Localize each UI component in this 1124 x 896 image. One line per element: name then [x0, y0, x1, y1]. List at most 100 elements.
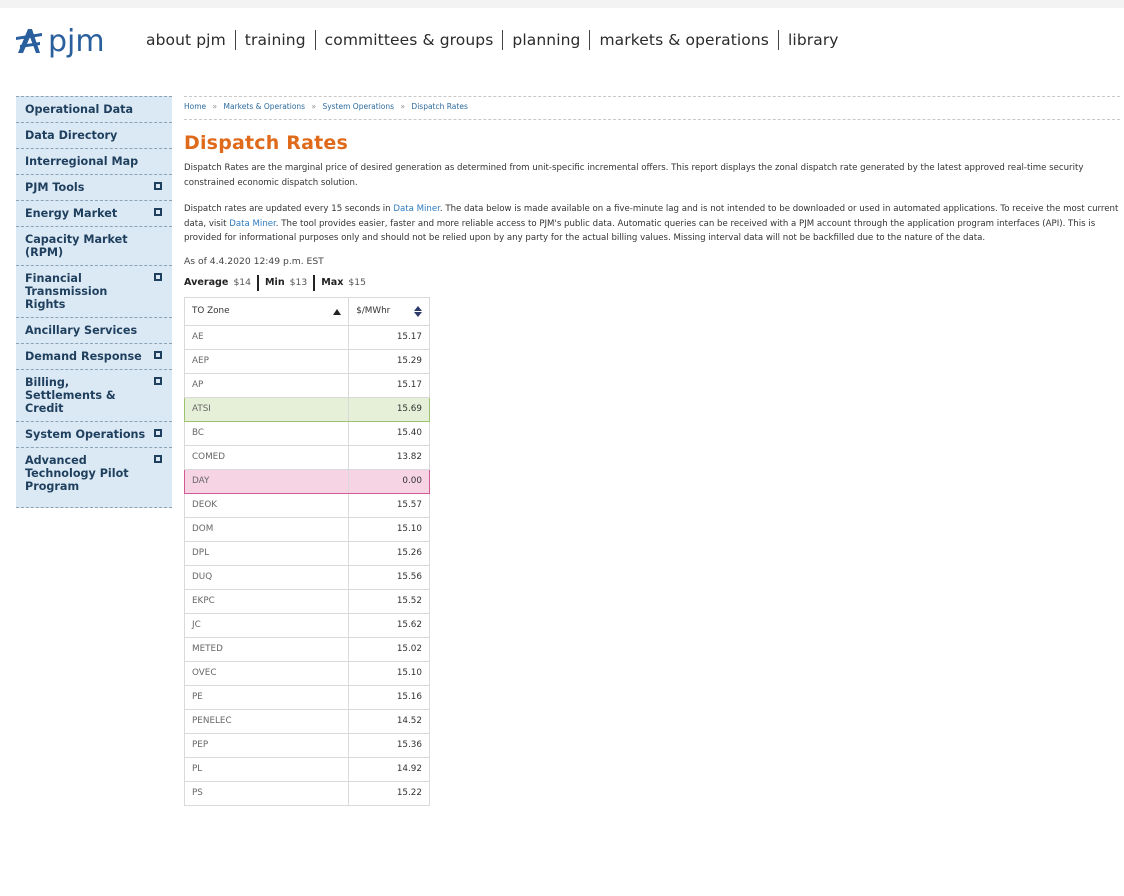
zone-cell: DAY: [183, 468, 350, 494]
sidebar-item-demand-response[interactable]: Demand Response: [16, 344, 172, 370]
zone-cell: PENELEC: [183, 708, 350, 734]
expand-icon[interactable]: [154, 377, 162, 385]
rate-cell: 0.00: [348, 468, 430, 494]
zone-cell: EKPC: [183, 588, 350, 614]
max-label: Max: [321, 277, 344, 288]
expand-icon[interactable]: [154, 182, 162, 190]
sidebar-item-operational-data[interactable]: Operational Data: [16, 97, 172, 123]
expand-icon[interactable]: [154, 429, 162, 437]
zone-cell: ATSI: [183, 396, 350, 422]
sidebar-item-label: System Operations: [25, 428, 146, 441]
stat-divider: [313, 274, 316, 291]
max-value: $15: [348, 277, 366, 288]
expand-icon[interactable]: [154, 208, 162, 216]
breadcrumb-home[interactable]: Home: [184, 102, 206, 111]
expand-icon[interactable]: [154, 351, 162, 359]
rate-cell: 15.56: [348, 564, 430, 590]
rate-cell: 14.52: [348, 708, 430, 734]
sidebar-item-label: Data Directory: [25, 129, 118, 142]
rate-cell: 15.02: [348, 636, 430, 662]
details-text: . The tool provides easier, faster and m…: [184, 218, 1096, 244]
nav-markets-operations[interactable]: markets & operations: [589, 30, 778, 50]
sidebar-item-advanced-technology[interactable]: Advanced Technology Pilot Program: [16, 448, 172, 508]
breadcrumb-system-operations[interactable]: System Operations: [322, 102, 394, 111]
rate-cell: 15.57: [348, 492, 430, 518]
intro-paragraph: Dispatch Rates are the marginal price of…: [184, 163, 1084, 188]
table-row: AEP 15.29: [183, 348, 430, 374]
breadcrumb: Home » Markets & Operations » System Ope…: [184, 96, 1120, 120]
nav-about-pjm[interactable]: about pjm: [146, 30, 235, 50]
zone-cell: OVEC: [183, 660, 350, 686]
main-content: Home » Markets & Operations » System Ope…: [183, 96, 1120, 806]
zone-cell: JC: [183, 612, 350, 638]
sidebar-item-pjm-tools[interactable]: PJM Tools: [16, 175, 172, 201]
table-row: PS 15.22: [183, 780, 430, 806]
data-miner-link[interactable]: Data Miner: [229, 219, 276, 229]
zone-cell: METED: [183, 636, 350, 662]
expand-icon[interactable]: [154, 455, 162, 463]
table-row: DPL 15.26: [183, 540, 430, 566]
sidebar-item-billing[interactable]: Billing, Settlements & Credit: [16, 370, 172, 422]
zone-cell: DUQ: [183, 564, 350, 590]
sidebar-item-label: Capacity Market (RPM): [25, 233, 128, 259]
table-row: EKPC 15.52: [183, 588, 430, 614]
table-row: AP 15.17: [183, 372, 430, 398]
min-value: $13: [289, 277, 308, 288]
zone-cell: DOM: [183, 516, 350, 542]
rate-cell: 15.36: [348, 732, 430, 758]
zone-cell: DEOK: [183, 492, 350, 518]
zone-column-header[interactable]: TO Zone: [183, 296, 350, 326]
nav-library[interactable]: library: [778, 30, 848, 50]
sort-asc-icon[interactable]: [333, 309, 342, 315]
breadcrumb-markets-operations[interactable]: Markets & Operations: [224, 102, 306, 111]
breadcrumb-dispatch-rates[interactable]: Dispatch Rates: [411, 102, 467, 111]
table-row: PENELEC 14.52: [183, 708, 430, 734]
table-row: COMED 13.82: [183, 444, 430, 470]
sort-icon[interactable]: [414, 305, 422, 317]
table-row: JC 15.62: [183, 612, 430, 638]
expand-icon[interactable]: [154, 273, 162, 281]
table-row: DEOK 15.57: [183, 492, 430, 518]
pjm-logo[interactable]: pjm: [14, 21, 132, 61]
rate-column-header[interactable]: $/MWhr: [348, 296, 430, 326]
logo-text: pjm: [48, 24, 105, 59]
rate-cell: 15.22: [348, 780, 430, 806]
rate-header-label: $/MWhr: [356, 305, 391, 316]
zone-cell: PL: [183, 756, 350, 782]
sidebar-item-capacity-market[interactable]: Capacity Market (RPM): [16, 227, 172, 266]
table-row: DUQ 15.56: [183, 564, 430, 590]
page-title: Dispatch Rates: [184, 132, 349, 154]
sidebar-item-label: Financial Transmission Rights: [25, 272, 108, 311]
rate-cell: 15.17: [348, 372, 430, 398]
sidebar-item-label: PJM Tools: [25, 181, 85, 194]
transmission-tower-icon: [16, 29, 42, 53]
nav-planning[interactable]: planning: [502, 30, 589, 50]
breadcrumb-separator: »: [400, 102, 406, 111]
sidebar-item-ancillary-services[interactable]: Ancillary Services: [16, 318, 172, 344]
sidebar-item-ftr[interactable]: Financial Transmission Rights: [16, 266, 172, 318]
zone-cell: PE: [183, 684, 350, 710]
nav-committees-groups[interactable]: committees & groups: [314, 30, 503, 50]
table-row: AE 15.17: [183, 324, 430, 350]
sidebar-item-data-directory[interactable]: Data Directory: [16, 123, 172, 149]
rate-cell: 15.40: [348, 420, 430, 446]
zone-cell: AEP: [183, 348, 350, 374]
sidebar-item-label: Ancillary Services: [25, 324, 138, 337]
stat-divider: [256, 274, 259, 291]
rate-cell: 15.17: [348, 324, 430, 350]
sidebar-item-label: Demand Response: [25, 350, 142, 363]
table-row: DAY 0.00: [183, 468, 430, 494]
rate-summary: Average $14 Min $13 Max $15: [184, 274, 1120, 291]
sidebar-item-interregional-map[interactable]: Interregional Map: [16, 149, 172, 175]
table-row: METED 15.02: [183, 636, 430, 662]
rate-cell: 14.92: [348, 756, 430, 782]
table-row: DOM 15.10: [183, 516, 430, 542]
sidebar-item-energy-market[interactable]: Energy Market: [16, 201, 172, 227]
site-header: pjm about pjm training committees & grou…: [0, 8, 1124, 70]
nav-training[interactable]: training: [234, 30, 315, 50]
sidebar-item-system-operations[interactable]: System Operations: [16, 422, 172, 448]
as-of-timestamp: As of 4.4.2020 12:49 p.m. EST: [184, 255, 324, 267]
dispatch-rates-table: TO Zone $/MWhr AE 15.17 AEP 15.29 AP 15.17 ATS…: [183, 296, 430, 806]
data-miner-link[interactable]: Data Miner: [393, 204, 440, 214]
rate-cell: 15.10: [348, 516, 430, 542]
